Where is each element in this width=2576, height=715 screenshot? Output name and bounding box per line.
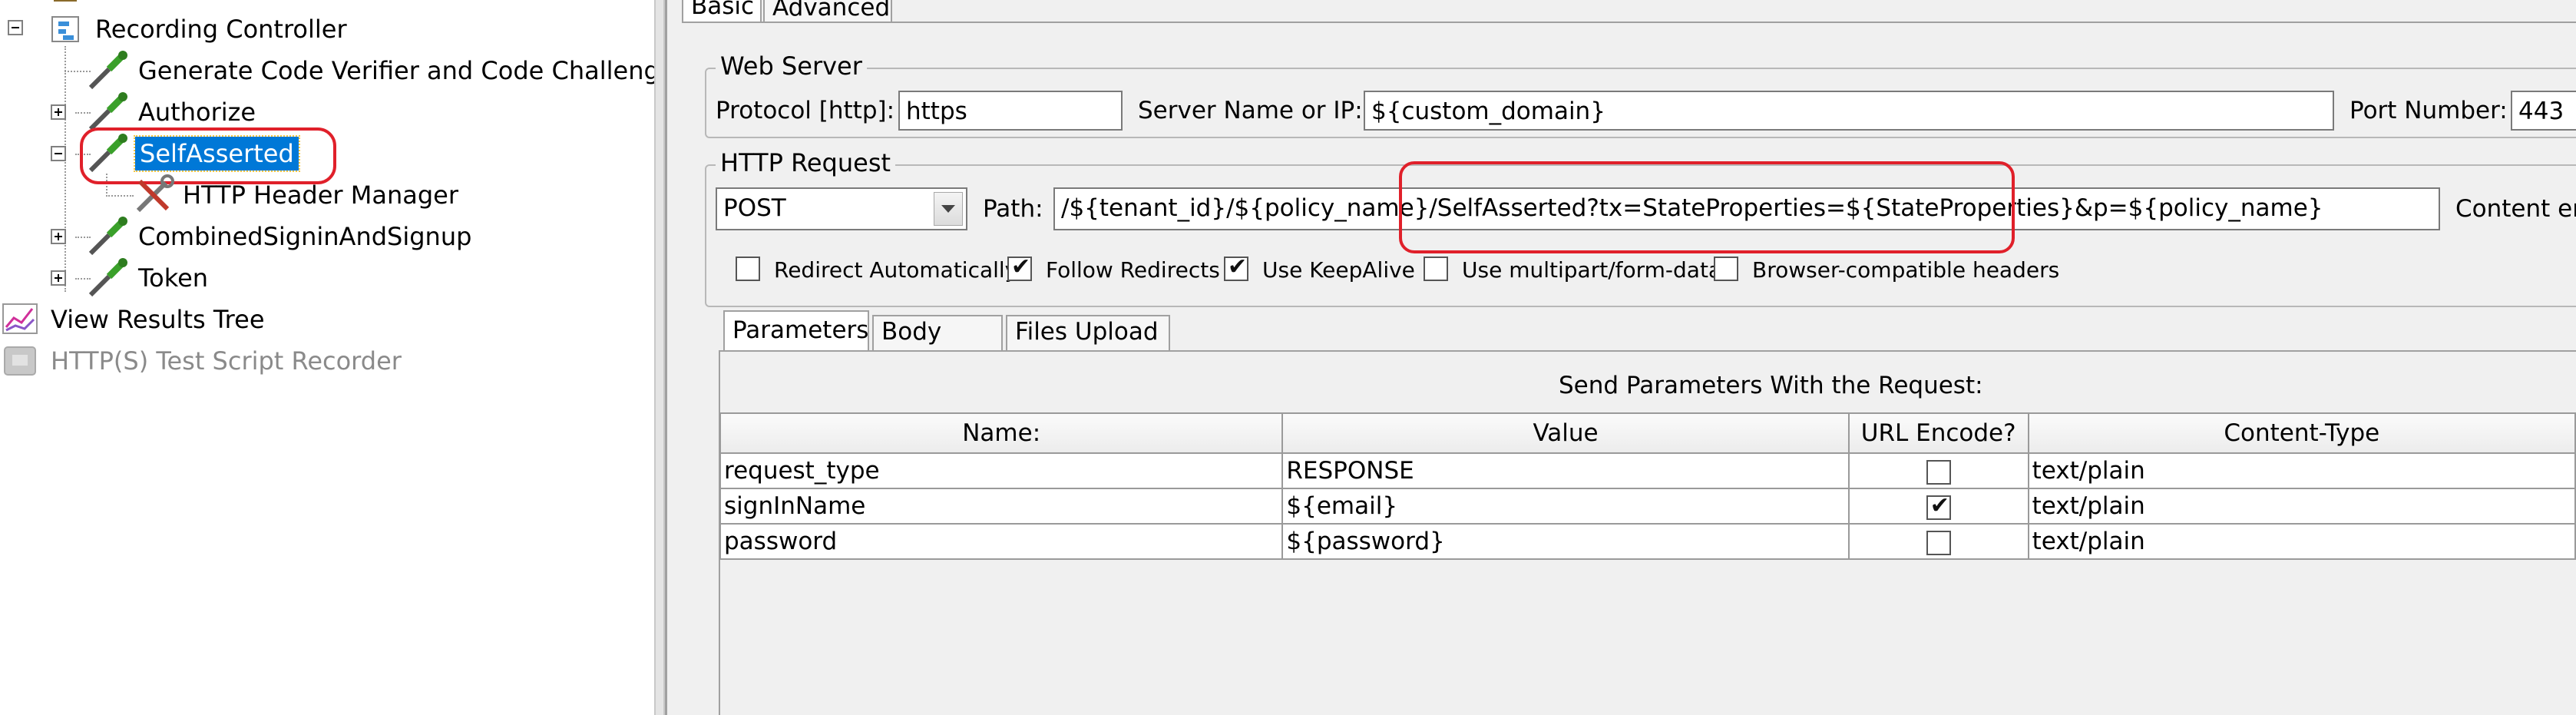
protocol-label: Protocol [http]: [716,97,895,124]
use-keepalive-label: Use KeepAlive [1262,257,1415,283]
checkmark-icon: ✔ [1011,253,1031,280]
url-encode-cell[interactable]: ✔ [1847,488,2029,525]
use-keepalive-checkbox[interactable]: ✔ [1224,253,1248,281]
test-plan-tree[interactable]: Recording Controller Generate Code Verif… [0,0,654,715]
chevron-down-icon[interactable] [934,192,963,226]
annotation-highlight [1399,161,2015,253]
param-value-cell[interactable]: RESPONSE [1281,452,1850,489]
tab-parameters[interactable]: Parameters [723,310,869,350]
tab-basic-label: Basic [691,0,755,20]
column-header-content-type[interactable]: Content-Type [2027,412,2576,454]
tree-item-view-results-tree[interactable]: View Results Tree [51,304,265,335]
url-encode-checkbox[interactable] [1926,459,1951,485]
url-encode-checkbox[interactable]: ✔ [1926,492,1951,520]
path-label: Path: [983,195,1043,223]
server-name-input[interactable]: ${custom_domain} [1364,91,2334,131]
wrench-screwdriver-icon [136,174,174,213]
content-type-cell[interactable]: text/plain [2027,523,2576,560]
tab-parameters-label: Parameters [732,316,869,344]
results-graph-icon [2,303,38,334]
tree-item-test-script-recorder[interactable]: HTTP(S) Test Script Recorder [51,346,402,376]
checkmark-icon: ✔ [1228,253,1248,280]
parameters-caption: Send Parameters With the Request: [1559,372,1983,399]
param-name-cell[interactable]: signInName [719,488,1284,525]
tree-item-combined-signin[interactable]: CombinedSigninAndSignup [138,221,471,252]
port-number-input[interactable]: 443 [2511,91,2576,131]
protocol-input[interactable]: https [898,91,1123,131]
collapse-expander[interactable] [8,20,23,35]
redirect-automatically-label: Redirect Automatically [774,257,1018,283]
tree-item-authorize[interactable]: Authorize [138,97,256,127]
tree-item-recording-controller[interactable]: Recording Controller [95,14,347,45]
collapse-expander[interactable] [51,146,66,161]
method-select[interactable]: POST [716,187,967,230]
tab-advanced-label: Advanced [772,0,891,22]
content-type-cell[interactable]: text/plain [2027,488,2576,525]
http-request-legend: HTTP Request [716,147,896,178]
content-type-cell[interactable]: text/plain [2027,452,2576,489]
column-header-url-encode[interactable]: URL Encode? [1847,412,2029,454]
tab-advanced[interactable]: Advanced [763,0,892,23]
param-value-cell[interactable]: ${email} [1281,488,1850,525]
content-encoding-label: Content en [2455,195,2576,223]
use-multipart-checkbox[interactable] [1424,257,1448,281]
tab-basic[interactable]: Basic [682,0,762,23]
tree-item-http-header-manager[interactable]: HTTP Header Manager [183,180,458,210]
table-row[interactable]: signInName ${email} ✔ text/plain [719,488,2576,525]
sampler-pipette-icon [88,51,127,90]
browser-compatible-label: Browser-compatible headers [1752,257,2060,283]
tree-item-token[interactable]: Token [138,263,208,293]
url-encode-cell[interactable] [1847,452,2029,489]
tab-files-upload-label: Files Upload [1015,318,1159,346]
port-number-label: Port Number: [2349,97,2508,124]
tab-body-data[interactable]: Body Data [872,315,1003,376]
recorder-icon [4,346,36,376]
expand-expander[interactable] [51,104,66,120]
expand-expander[interactable] [51,229,66,244]
redirect-automatically-checkbox[interactable] [736,257,760,281]
expand-expander[interactable] [51,270,66,286]
annotation-highlight [80,127,336,184]
server-name-label: Server Name or IP: [1138,97,1363,124]
follow-redirects-checkbox[interactable]: ✔ [1007,253,1032,281]
param-name-cell[interactable]: password [719,523,1284,560]
checkmark-icon: ✔ [1930,492,1949,519]
browser-compatible-checkbox[interactable] [1714,257,1738,281]
table-row[interactable]: password ${password} text/plain [719,523,2576,560]
tool-icon [54,0,77,2]
follow-redirects-label: Follow Redirects [1046,257,1220,283]
column-header-name[interactable]: Name: [719,412,1284,454]
panel-splitter[interactable] [654,0,665,715]
param-name-cell[interactable]: request_type [719,452,1284,489]
param-value-cell[interactable]: ${password} [1281,523,1850,560]
web-server-legend: Web Server [716,51,867,81]
url-encode-cell[interactable] [1847,523,2029,560]
column-header-value[interactable]: Value [1281,412,1850,454]
table-row[interactable]: request_type RESPONSE text/plain [719,452,2576,489]
parameters-table[interactable]: Name: Value URL Encode? Content-Type req… [719,412,2576,560]
sampler-pipette-icon [88,258,127,297]
url-encode-checkbox[interactable] [1926,530,1951,555]
method-select-value: POST [723,194,786,222]
tree-item-generate-code[interactable]: Generate Code Verifier and Code Challeng… [138,55,654,86]
sampler-pipette-icon [88,217,127,256]
table-header-row: Name: Value URL Encode? Content-Type [719,412,2576,454]
tab-files-upload[interactable]: Files Upload [1006,315,1170,350]
recording-controller-icon [51,16,79,42]
use-multipart-label: Use multipart/form-data [1462,257,1722,283]
